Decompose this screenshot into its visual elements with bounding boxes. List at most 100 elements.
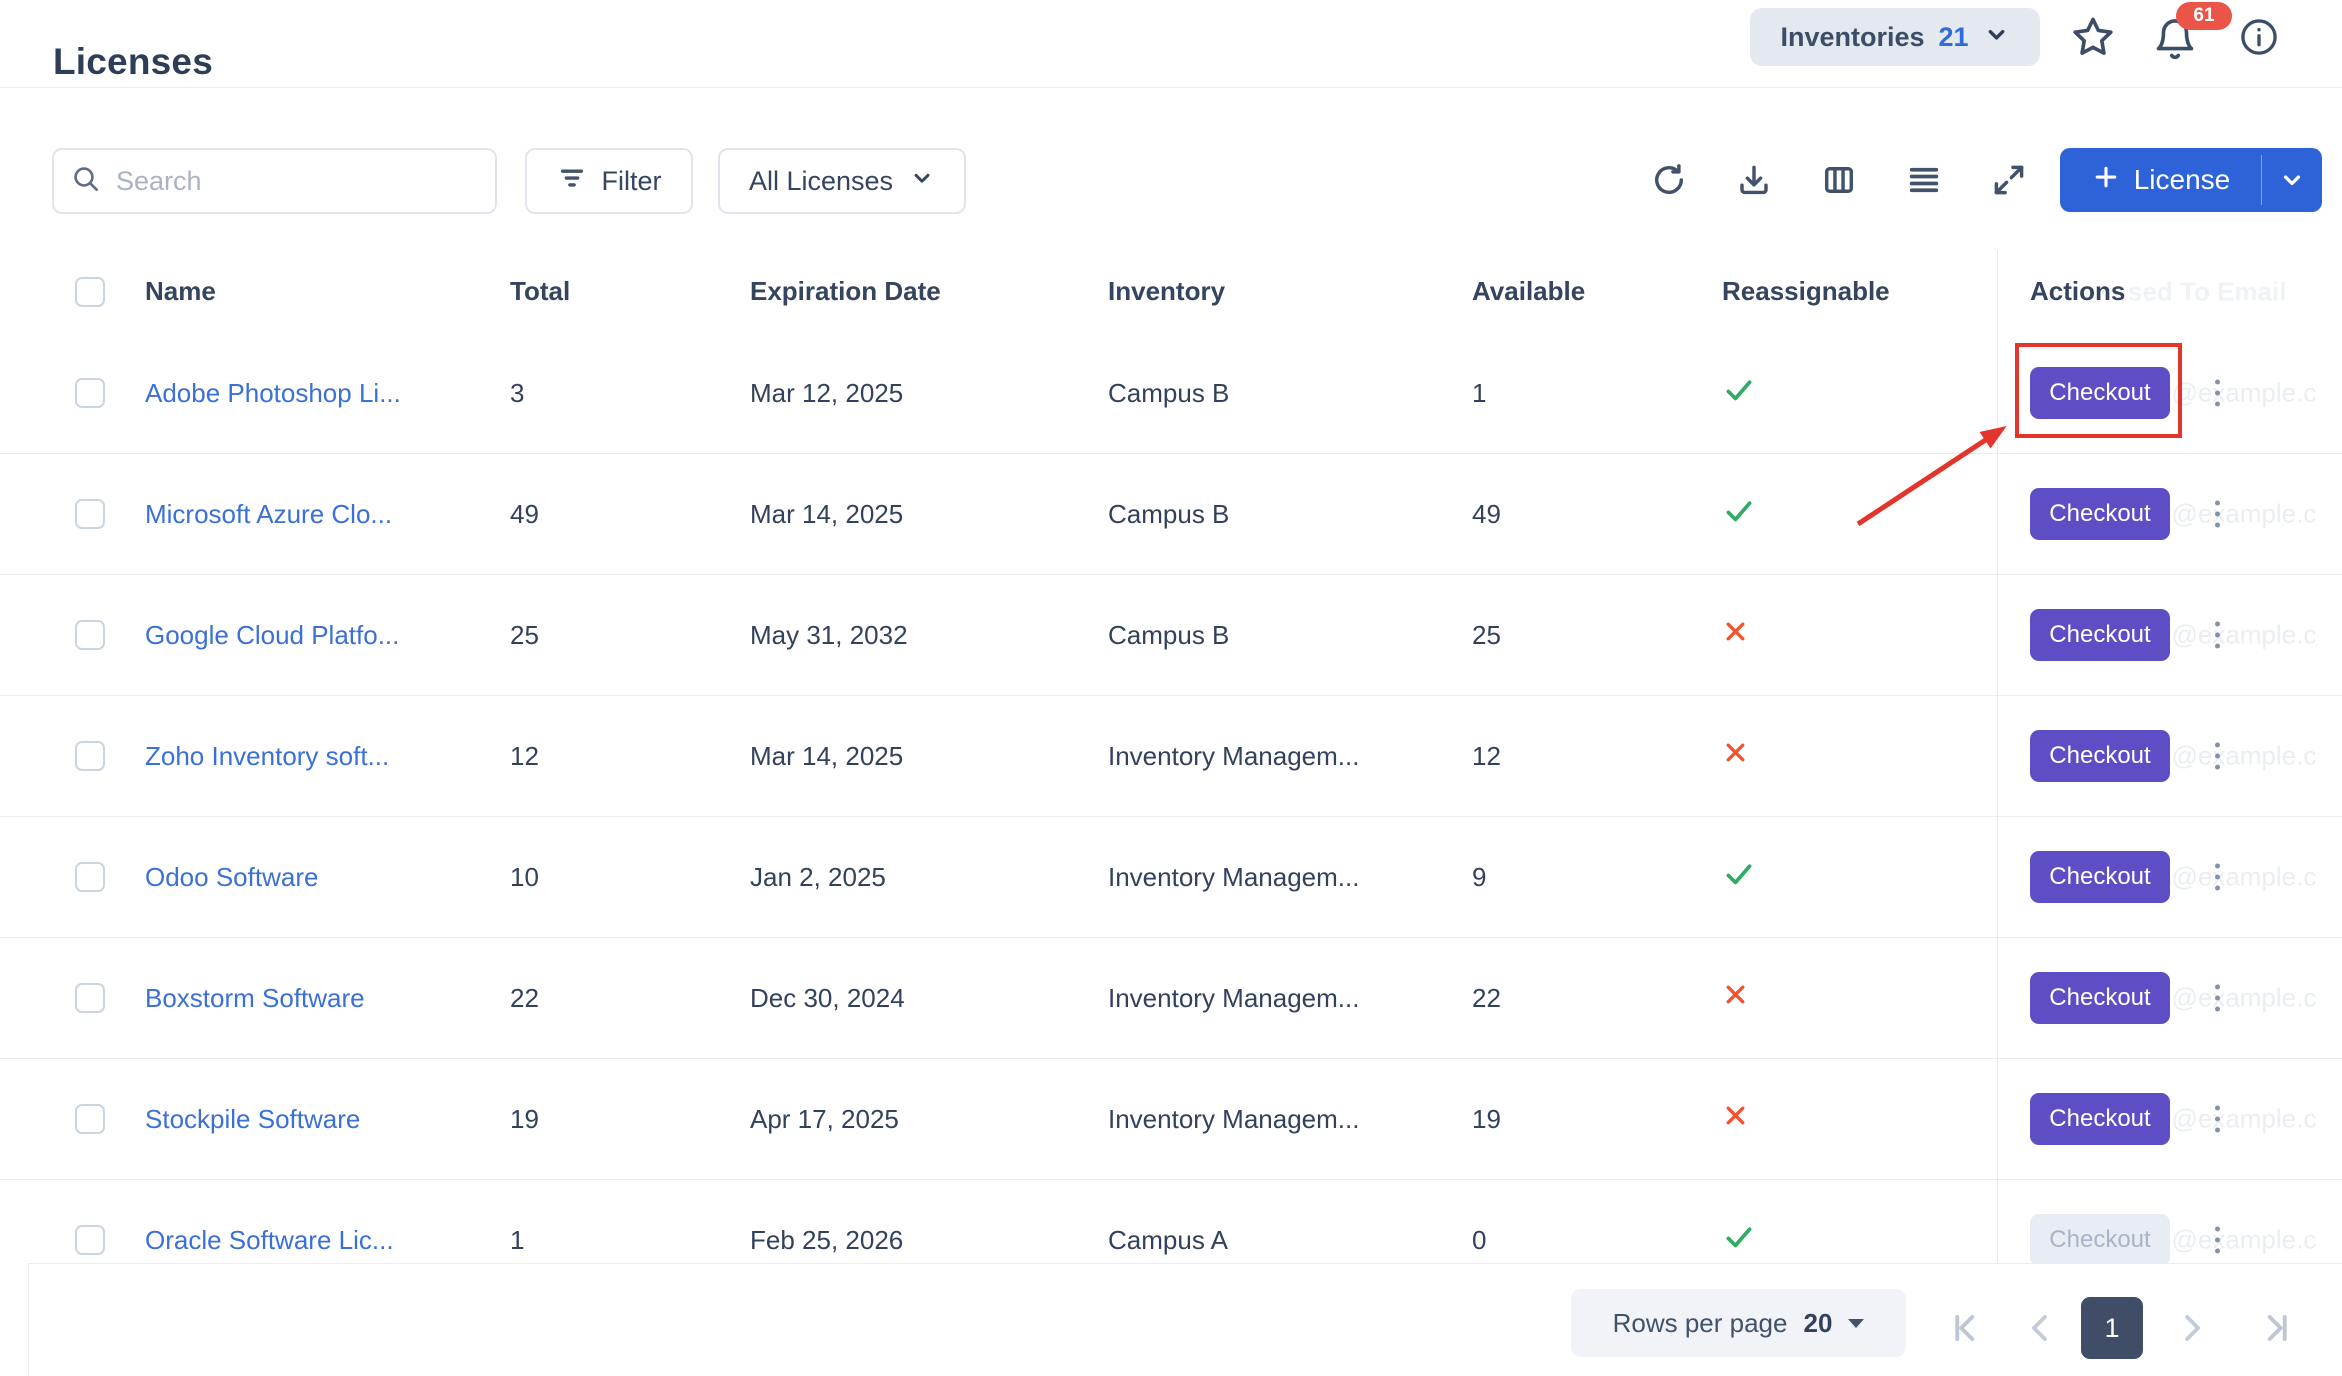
rows-per-page-dropdown[interactable]: Rows per page 20 <box>1571 1289 1906 1357</box>
current-page-indicator[interactable]: 1 <box>2081 1297 2143 1359</box>
row-density-icon[interactable] <box>1896 152 1952 208</box>
first-page-button[interactable] <box>1946 1308 1986 1348</box>
filter-button[interactable]: Filter <box>525 148 693 214</box>
previous-page-button[interactable] <box>2021 1308 2061 1348</box>
x-icon <box>1722 618 1749 652</box>
notification-badge: 61 <box>2176 2 2232 30</box>
check-icon <box>1722 494 1756 535</box>
ghost-email-text: e@example.c <box>2157 1225 2316 1256</box>
available-cell: 12 <box>1472 696 1716 816</box>
ghost-email-text: e@example.c <box>2157 620 2316 651</box>
total-cell: 25 <box>510 575 750 695</box>
pagination-bar: Rows per page 20 1 <box>28 1263 2342 1376</box>
total-cell: 19 <box>510 1059 750 1179</box>
table-row: Stockpile Software19Apr 17, 2025Inventor… <box>0 1059 2342 1180</box>
column-header-expiration: Expiration Date <box>750 276 1108 307</box>
license-name-link[interactable]: Adobe Photoshop Li... <box>145 378 401 409</box>
row-menu-kebab-icon[interactable] <box>2209 374 2226 413</box>
available-cell: 22 <box>1472 938 1716 1058</box>
total-cell: 49 <box>510 454 750 574</box>
row-menu-kebab-icon[interactable] <box>2209 858 2226 897</box>
add-license-split-button: License <box>2060 148 2322 212</box>
row-checkbox[interactable] <box>75 1225 105 1255</box>
row-menu-kebab-icon[interactable] <box>2209 616 2226 655</box>
ghost-email-text: e@example.c <box>2157 741 2316 772</box>
row-checkbox[interactable] <box>75 378 105 408</box>
table-header-row: Name Total Expiration Date Inventory Ava… <box>0 250 2342 333</box>
ghost-column-header: sed To Email <box>2128 276 2286 307</box>
available-cell: 19 <box>1472 1059 1716 1179</box>
available-cell: 0 <box>1472 1180 1716 1263</box>
license-name-link[interactable]: Odoo Software <box>145 862 318 893</box>
chevron-down-icon <box>1983 21 2010 53</box>
row-menu-kebab-icon[interactable] <box>2209 737 2226 776</box>
row-menu-kebab-icon[interactable] <box>2209 495 2226 534</box>
row-checkbox[interactable] <box>75 983 105 1013</box>
select-all-checkbox[interactable] <box>75 277 105 307</box>
column-header-total: Total <box>510 276 750 307</box>
checkout-button[interactable]: Checkout <box>2030 609 2170 661</box>
next-page-button[interactable] <box>2171 1308 2211 1348</box>
total-cell: 12 <box>510 696 750 816</box>
expiration-cell: Mar 14, 2025 <box>750 454 1108 574</box>
last-page-button[interactable] <box>2256 1308 2296 1348</box>
expiration-cell: Apr 17, 2025 <box>750 1059 1108 1179</box>
row-menu-kebab-icon[interactable] <box>2209 1221 2226 1260</box>
license-name-link[interactable]: Microsoft Azure Clo... <box>145 499 392 530</box>
x-icon <box>1722 1102 1749 1136</box>
checkout-button[interactable]: Checkout <box>2030 851 2170 903</box>
checkout-button: Checkout <box>2030 1214 2170 1263</box>
total-cell: 3 <box>510 333 750 453</box>
inventory-cell: Campus B <box>1108 333 1472 453</box>
info-icon[interactable] <box>2236 14 2282 60</box>
license-name-link[interactable]: Zoho Inventory soft... <box>145 741 389 772</box>
rows-per-page-label: Rows per page <box>1613 1308 1788 1339</box>
inventory-cell: Inventory Managem... <box>1108 938 1472 1058</box>
row-checkbox[interactable] <box>75 499 105 529</box>
inventory-cell: Inventory Managem... <box>1108 817 1472 937</box>
column-header-name: Name <box>145 276 510 307</box>
available-cell: 49 <box>1472 454 1716 574</box>
column-header-actions: Actions <box>2030 276 2125 307</box>
actions-column-divider <box>1997 250 1998 1263</box>
license-name-link[interactable]: Boxstorm Software <box>145 983 365 1014</box>
checkout-button[interactable]: Checkout <box>2030 1093 2170 1145</box>
search-input[interactable] <box>114 165 448 198</box>
checkout-button[interactable]: Checkout <box>2030 488 2170 540</box>
row-checkbox[interactable] <box>75 620 105 650</box>
chevron-down-icon <box>909 165 935 198</box>
row-checkbox[interactable] <box>75 862 105 892</box>
row-menu-kebab-icon[interactable] <box>2209 1100 2226 1139</box>
check-icon <box>1722 1220 1756 1261</box>
license-scope-dropdown[interactable]: All Licenses <box>718 148 966 214</box>
rows-per-page-value: 20 <box>1803 1308 1832 1339</box>
table-row: Adobe Photoshop Li...3Mar 12, 2025Campus… <box>0 333 2342 454</box>
refresh-icon[interactable] <box>1641 152 1697 208</box>
total-cell: 1 <box>510 1180 750 1263</box>
checkout-button[interactable]: Checkout <box>2030 972 2170 1024</box>
plus-icon <box>2091 162 2121 199</box>
expiration-cell: Feb 25, 2026 <box>750 1180 1108 1263</box>
row-checkbox[interactable] <box>75 1104 105 1134</box>
row-menu-kebab-icon[interactable] <box>2209 979 2226 1018</box>
total-cell: 10 <box>510 817 750 937</box>
checkout-button[interactable]: Checkout <box>2030 730 2170 782</box>
license-name-link[interactable]: Google Cloud Platfo... <box>145 620 399 651</box>
expand-fullscreen-icon[interactable] <box>1981 152 2037 208</box>
row-checkbox[interactable] <box>75 741 105 771</box>
inventories-selector[interactable]: Inventories 21 <box>1750 8 2040 66</box>
table-row: Microsoft Azure Clo...49Mar 14, 2025Camp… <box>0 454 2342 575</box>
export-download-icon[interactable] <box>1726 152 1782 208</box>
search-box[interactable] <box>52 148 497 214</box>
license-name-link[interactable]: Stockpile Software <box>145 1104 360 1135</box>
ghost-email-text: e@example.c <box>2157 499 2316 530</box>
add-license-dropdown-toggle[interactable] <box>2262 148 2322 212</box>
star-icon[interactable] <box>2068 12 2118 62</box>
license-name-link[interactable]: Oracle Software Lic... <box>145 1225 394 1256</box>
page-title: Licenses <box>53 41 213 83</box>
search-icon <box>70 163 102 200</box>
add-license-button[interactable]: License <box>2060 148 2261 212</box>
columns-icon[interactable] <box>1811 152 1867 208</box>
column-header-available: Available <box>1472 276 1716 307</box>
inventory-cell: Campus A <box>1108 1180 1472 1263</box>
